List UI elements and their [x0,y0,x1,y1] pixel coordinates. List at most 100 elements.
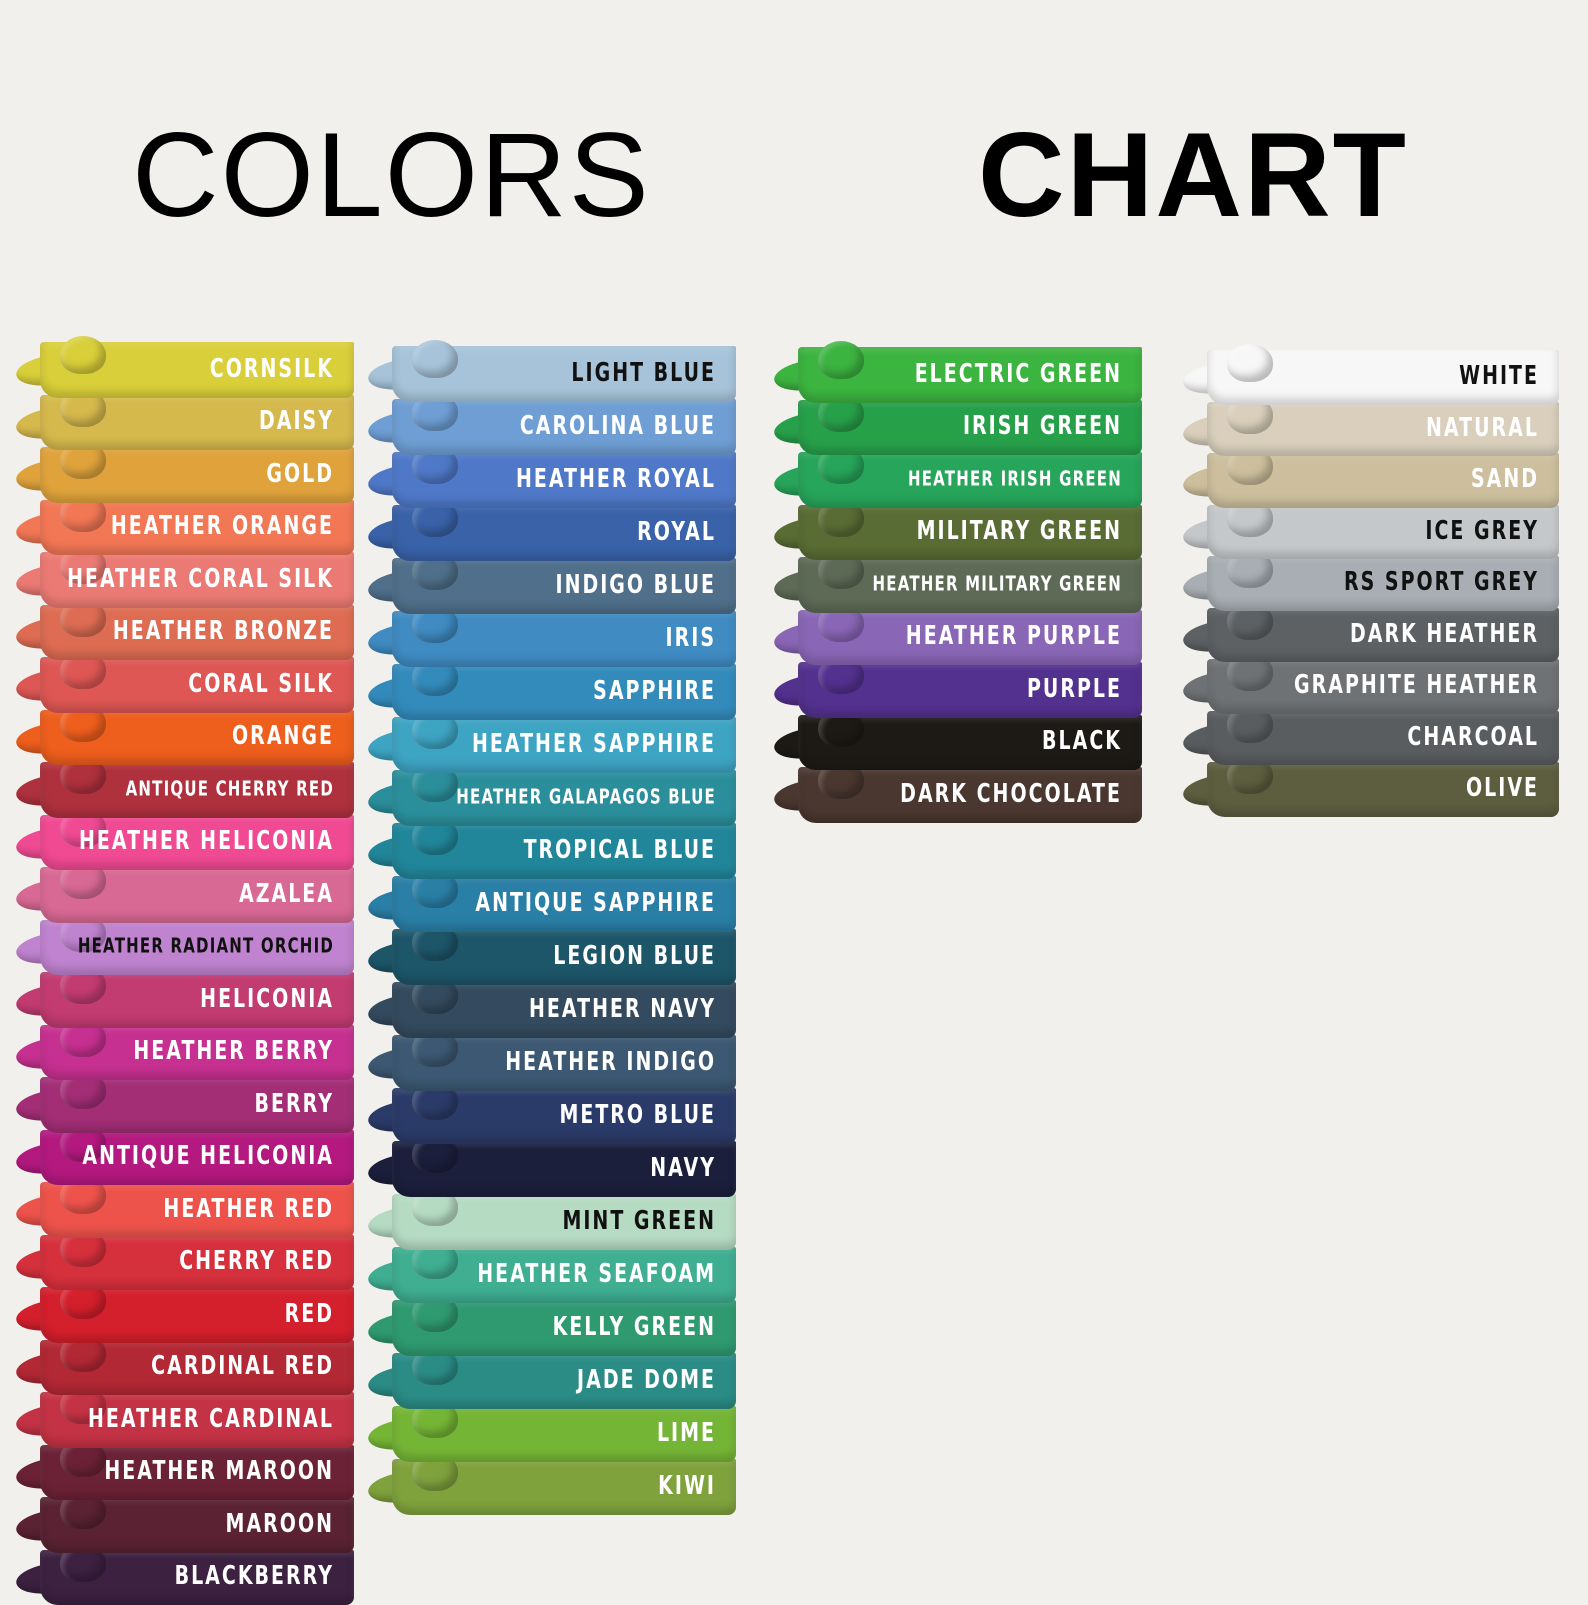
color-swatch: HEATHER CARDINAL [16,1388,354,1448]
color-swatch: LEGION BLUE [368,925,736,985]
swatch-label: METRO BLUE [559,1100,716,1130]
swatch-label: HEATHER CORAL SILK [67,564,334,594]
color-swatch: HEATHER MAROON [16,1441,354,1501]
swatch-label: CORAL SILK [188,669,334,699]
swatch-label: TROPICAL BLUE [524,835,716,865]
swatch-label: PURPLE [1027,674,1122,704]
color-swatch: BLACK [774,711,1142,771]
title-colors: COLORS [132,115,651,235]
color-swatch: LIME [368,1402,736,1462]
swatch-label: WHITE [1459,361,1539,391]
swatch-label: OLIVE [1466,773,1539,803]
swatch-label: HEATHER IRISH GREEN [908,466,1122,490]
color-swatch: ORANGE [16,706,354,766]
color-swatch: HEATHER NAVY [368,978,736,1038]
color-swatch: IRIS [368,607,736,667]
color-swatch: ROYAL [368,501,736,561]
swatch-label: IRIS [666,623,716,653]
swatch-label: GOLD [266,459,334,489]
swatch-label: HEATHER BERRY [133,1036,334,1066]
swatch-label: SAPPHIRE [593,676,716,706]
color-swatch: CORNSILK [16,338,354,398]
color-swatch: HEATHER BRONZE [16,601,354,661]
swatch-label: LIME [657,1418,716,1448]
swatch-label: ICE GREY [1425,516,1539,546]
swatch-label: KELLY GREEN [553,1312,716,1342]
color-swatch: HEATHER MILITARY GREEN [774,553,1142,613]
swatch-label: ORANGE [232,721,334,751]
color-swatch: ANTIQUE SAPPHIRE [368,872,736,932]
swatch-label: DARK HEATHER [1350,619,1539,649]
swatch-label: MINT GREEN [562,1206,716,1236]
color-swatch: ANTIQUE CHERRY RED [16,758,354,818]
color-swatch: HEATHER ORANGE [16,496,354,556]
color-swatch: KELLY GREEN [368,1296,736,1356]
swatch-label: ANTIQUE SAPPHIRE [475,888,716,918]
color-swatch: SAND [1183,449,1559,508]
color-swatch: BERRY [16,1073,354,1133]
swatch-label: AZALEA [239,879,334,909]
swatch-label: HEATHER BRONZE [113,616,334,646]
swatch-label: MILITARY GREEN [917,516,1122,546]
color-swatch: HEATHER INDIGO [368,1031,736,1091]
swatch-label: BLACK [1042,726,1122,756]
swatch-label: DARK CHOCOLATE [900,779,1122,809]
color-swatch: KIWI [368,1455,736,1515]
swatch-label: CHARCOAL [1407,722,1539,752]
swatch-label: ANTIQUE HELICONIA [82,1141,334,1171]
swatch-label: ROYAL [637,517,716,547]
swatch-label: RS SPORT GREY [1344,567,1539,597]
color-swatch: NAVY [368,1137,736,1197]
swatch-label: HEATHER MAROON [104,1456,334,1486]
color-swatch: HEATHER RED [16,1178,354,1238]
swatch-label: SAND [1471,464,1539,494]
swatch-label: HELICONIA [200,984,334,1014]
color-swatch: HEATHER IRISH GREEN [774,448,1142,508]
swatch-label: HEATHER MILITARY GREEN [873,571,1123,595]
swatch-label: LIGHT BLUE [571,358,716,388]
color-swatch: INDIGO BLUE [368,554,736,614]
swatch-label: ANTIQUE CHERRY RED [126,776,334,800]
color-swatch: ELECTRIC GREEN [774,343,1142,403]
swatch-label: CARDINAL RED [151,1351,334,1381]
color-swatch: HEATHER BERRY [16,1021,354,1081]
color-swatch: CHERRY RED [16,1231,354,1291]
swatch-label: HEATHER ORANGE [111,511,334,541]
swatch-label: DAISY [259,406,334,436]
swatch-column-neutrals: WHITE NATURAL SAND ICE GREY RS SPORT GREY DAR… [1183,346,1559,817]
swatch-label: MAROON [226,1509,334,1539]
swatch-label: INDIGO BLUE [556,570,717,600]
swatch-column-greens-purples: ELECTRIC GREEN IRISH GREEN HEATHER IRISH G… [774,343,1142,823]
swatch-label: LEGION BLUE [553,941,716,971]
swatch-label: BLACKBERRY [175,1561,334,1591]
swatch-label: NATURAL [1426,413,1539,443]
color-swatch: HEATHER SEAFOAM [368,1243,736,1303]
color-swatch: CHARCOAL [1183,707,1559,766]
color-swatch: JADE DOME [368,1349,736,1409]
color-swatch: HEATHER ROYAL [368,448,736,508]
swatch-label: CORNSILK [210,354,334,384]
swatch-label: NAVY [650,1153,716,1183]
color-swatch: DARK CHOCOLATE [774,763,1142,823]
color-swatch: AZALEA [16,863,354,923]
swatch-label: HEATHER ROYAL [516,464,716,494]
color-swatch: WHITE [1183,346,1559,405]
swatch-label: KIWI [658,1471,716,1501]
swatch-label: IRISH GREEN [963,411,1122,441]
swatch-label: RED [285,1299,334,1329]
color-swatch: NATURAL [1183,398,1559,457]
color-swatch: RED [16,1283,354,1343]
knot-shape [1227,344,1273,382]
color-swatch: HEATHER SAPPHIRE [368,713,736,773]
color-swatch: ANTIQUE HELICONIA [16,1126,354,1186]
swatch-label: HEATHER CARDINAL [88,1404,334,1434]
color-swatch: HEATHER RADIANT ORCHID [16,916,354,976]
swatch-label: CHERRY RED [179,1246,334,1276]
color-swatch: SAPPHIRE [368,660,736,720]
color-swatch: LIGHT BLUE [368,342,736,402]
swatch-label: HEATHER SAPPHIRE [472,729,716,759]
knot-shape [818,341,864,379]
swatch-label: JADE DOME [577,1365,716,1395]
color-swatch: MILITARY GREEN [774,501,1142,561]
color-swatch: CARDINAL RED [16,1336,354,1396]
